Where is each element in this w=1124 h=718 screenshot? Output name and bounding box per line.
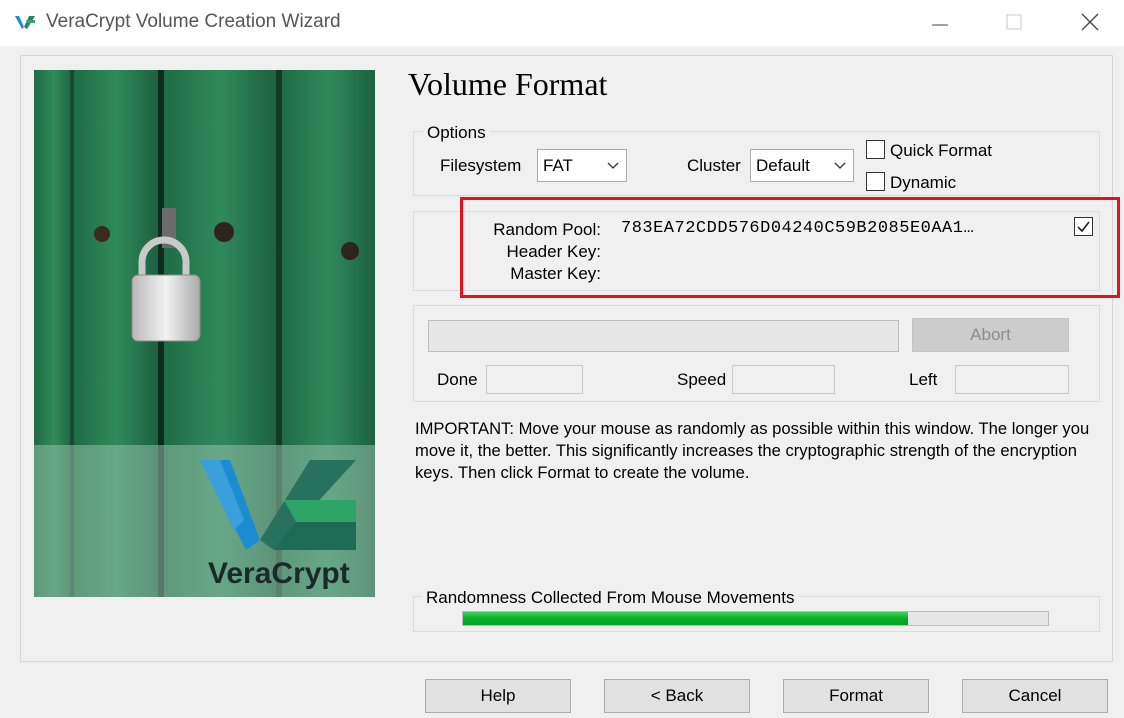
- abort-button[interactable]: Abort: [912, 318, 1069, 352]
- done-label: Done: [437, 370, 478, 389]
- dynamic-label[interactable]: Dynamic: [890, 173, 956, 193]
- filesystem-value: FAT: [543, 155, 573, 175]
- chevron-down-icon: [607, 162, 619, 169]
- format-button[interactable]: Format: [783, 679, 929, 713]
- important-notice: IMPORTANT: Move your mouse as randomly a…: [415, 419, 1090, 482]
- cluster-label: Cluster: [687, 156, 741, 175]
- highlight-box: [460, 197, 1120, 298]
- cancel-button[interactable]: Cancel: [962, 679, 1108, 713]
- maximize-icon: [1006, 14, 1022, 30]
- filesystem-label: Filesystem: [440, 156, 522, 175]
- help-button[interactable]: Help: [425, 679, 571, 713]
- minimize-icon: [932, 24, 948, 26]
- quick-format-checkbox[interactable]: [866, 140, 885, 159]
- window-title: VeraCrypt Volume Creation Wizard: [46, 11, 341, 32]
- veracrypt-logo-icon: [15, 16, 35, 29]
- left-field: [955, 365, 1069, 394]
- close-button[interactable]: [1062, 0, 1118, 44]
- speed-label: Speed: [677, 370, 727, 389]
- close-icon: [1081, 13, 1099, 31]
- padlock-door-illustration: [34, 70, 375, 597]
- left-label: Left: [909, 370, 938, 389]
- filesystem-dropdown[interactable]: FAT: [537, 149, 627, 182]
- format-progress-bar: [428, 320, 899, 352]
- minimize-button[interactable]: [912, 0, 968, 44]
- done-field: [486, 365, 583, 394]
- chevron-down-icon: [834, 162, 846, 169]
- quick-format-label[interactable]: Quick Format: [890, 141, 992, 161]
- title-bar[interactable]: VeraCrypt Volume Creation Wizard: [0, 0, 1124, 46]
- randomness-progress-bar: [462, 611, 1049, 626]
- randomness-progress-fill: [463, 612, 908, 625]
- cluster-dropdown[interactable]: Default: [750, 149, 854, 182]
- randomness-legend: Randomness Collected From Mouse Movement…: [422, 588, 799, 608]
- maximize-button[interactable]: [986, 0, 1042, 44]
- side-image: VeraCrypt: [34, 70, 375, 597]
- back-button[interactable]: < Back: [604, 679, 750, 713]
- options-legend: Options: [423, 123, 490, 143]
- speed-field: [732, 365, 835, 394]
- page-title: Volume Format: [408, 66, 608, 102]
- dynamic-checkbox[interactable]: [866, 172, 885, 191]
- brand-text: VeraCrypt: [208, 557, 350, 590]
- cluster-value: Default: [756, 155, 810, 175]
